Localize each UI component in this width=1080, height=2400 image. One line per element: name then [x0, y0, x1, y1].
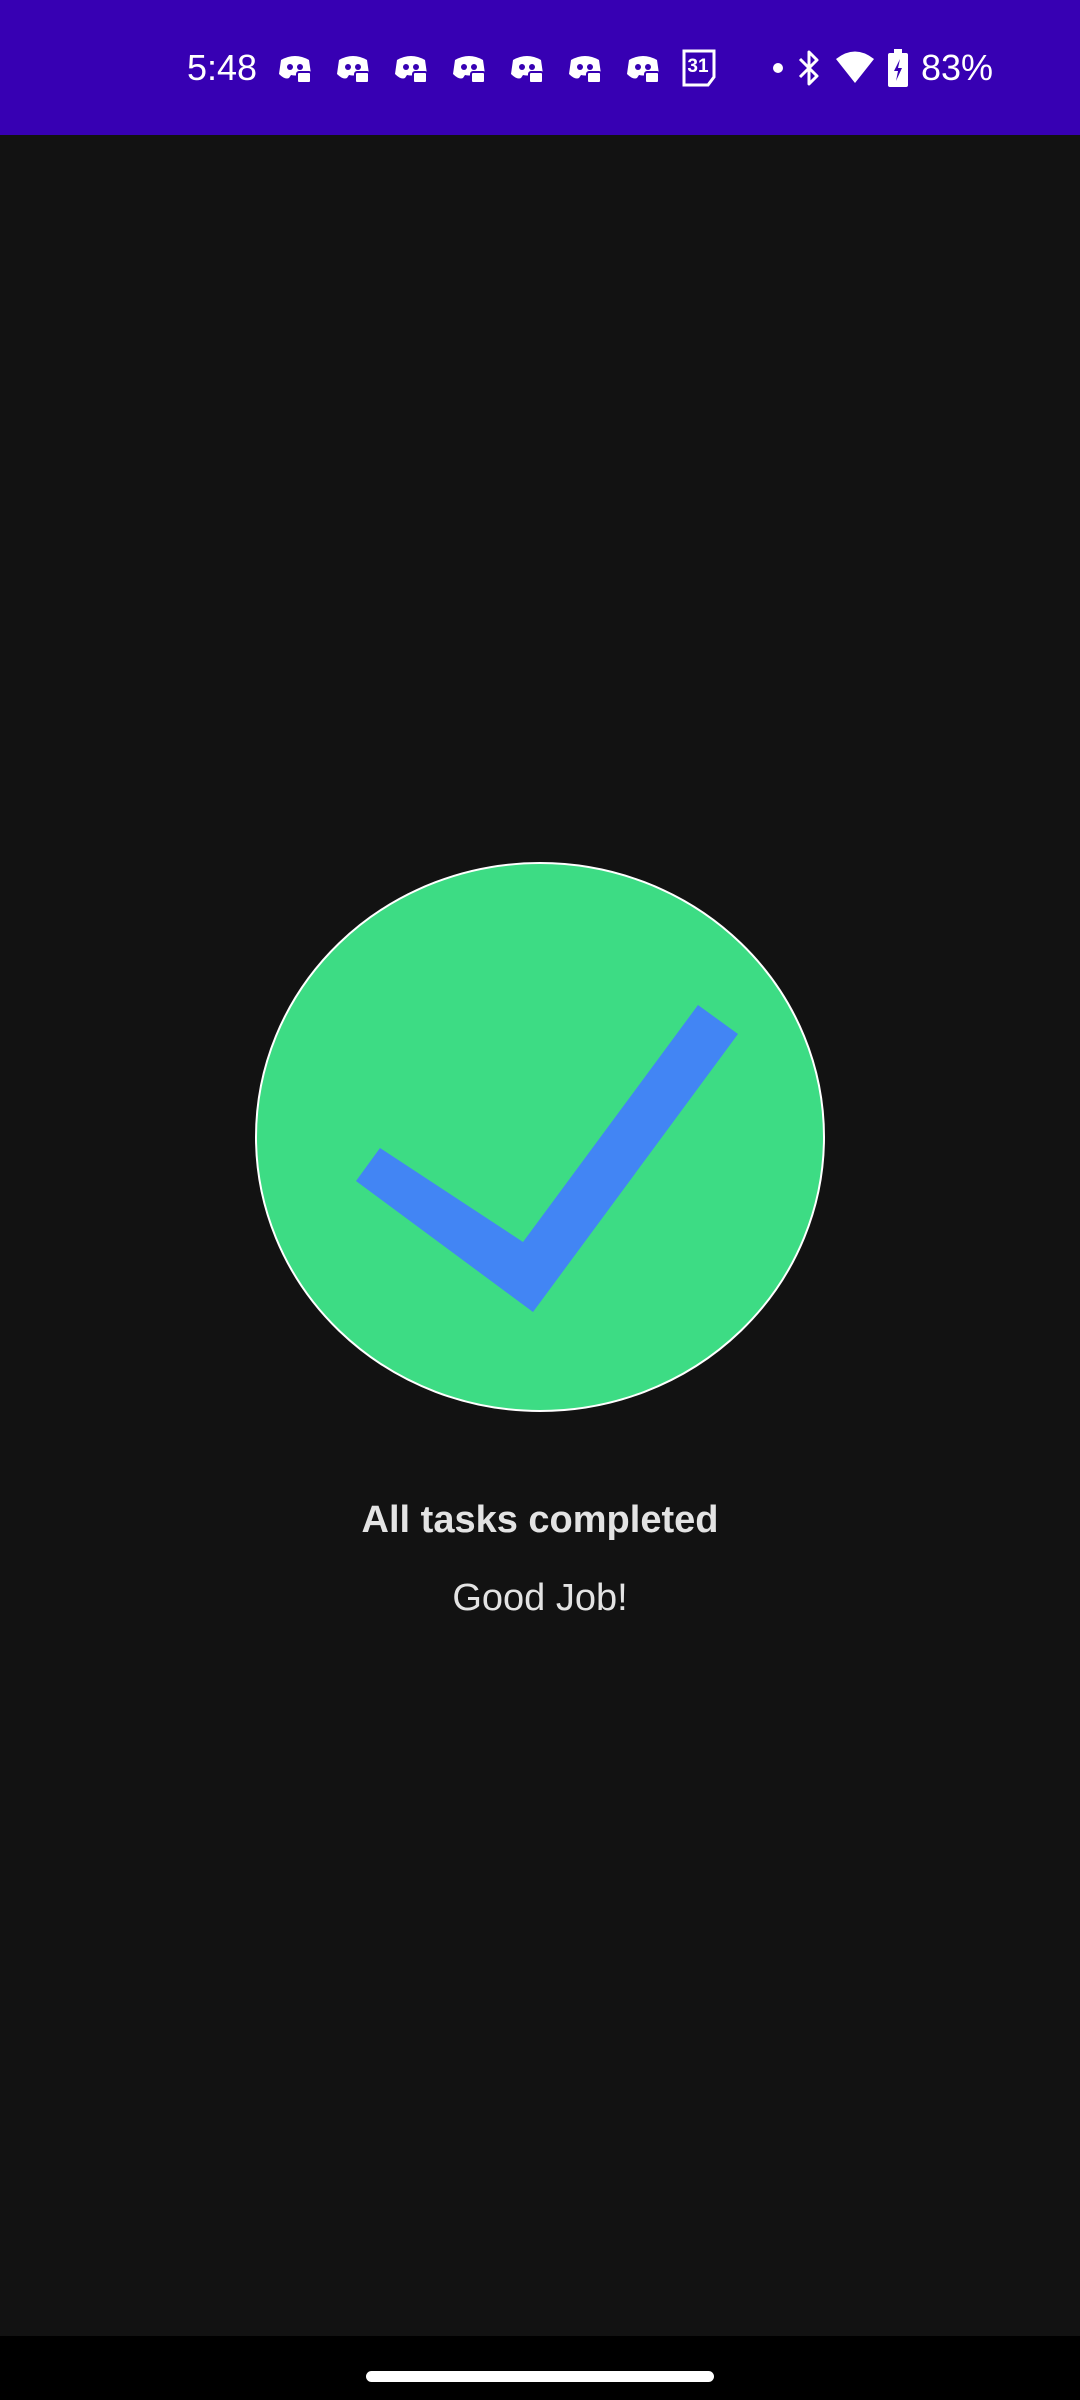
- calendar-icon: 31: [681, 48, 721, 88]
- discord-icon: [453, 56, 486, 84]
- discord-icon: [395, 56, 428, 84]
- completion-subtitle: Good Job!: [452, 1577, 628, 1619]
- bluetooth-icon: [798, 50, 819, 86]
- check-circle-icon: [255, 862, 825, 1412]
- notification-dot-icon: [773, 63, 783, 73]
- discord-icon: [511, 56, 544, 84]
- home-gesture-handle[interactable]: [366, 2371, 714, 2382]
- battery-percent: 83%: [921, 47, 994, 88]
- discord-icon: [627, 56, 660, 84]
- notification-icons: 31: [275, 48, 783, 88]
- discord-icon: [337, 56, 370, 84]
- system-icons: 83%: [795, 48, 993, 88]
- calendar-day: 31: [687, 56, 709, 77]
- status-bar: 5:48 31 83%: [0, 0, 1080, 135]
- discord-icon: [279, 56, 312, 84]
- status-time: 5:48: [187, 47, 258, 88]
- battery-charging-icon: [888, 49, 908, 87]
- screen: 5:48 31 83% All tasks completed Good Job…: [0, 0, 1080, 2400]
- discord-icon: [569, 56, 602, 84]
- wifi-icon: [836, 51, 874, 83]
- navigation-bar: [0, 2336, 1080, 2400]
- completion-title: All tasks completed: [361, 1499, 719, 1541]
